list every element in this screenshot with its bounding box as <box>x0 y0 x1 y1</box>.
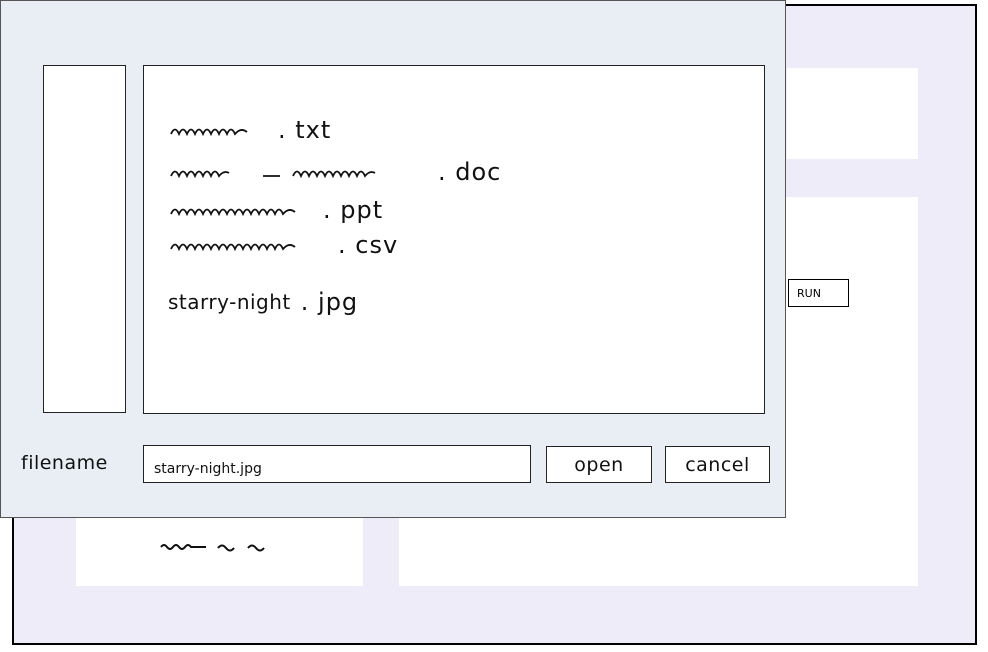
filename-scribble <box>170 128 248 137</box>
places-sidebar[interactable] <box>43 65 126 413</box>
file-name: starry-night <box>168 290 291 314</box>
file-open-dialog: . txt . doc . ppt . csv starry-night . j… <box>0 0 786 518</box>
file-extension: . doc <box>438 158 502 186</box>
open-button[interactable]: open <box>546 446 652 483</box>
filename-scribble <box>170 243 296 252</box>
file-item-doc[interactable]: . doc <box>168 158 501 186</box>
placeholder-text-scribble <box>160 544 265 552</box>
file-item-ppt[interactable]: . ppt <box>168 196 383 224</box>
file-item-csv[interactable]: . csv <box>168 231 398 259</box>
filename-scribble <box>170 208 296 217</box>
file-extension: . csv <box>338 231 399 259</box>
file-item-jpg[interactable]: starry-night . jpg <box>168 288 358 316</box>
run-button[interactable]: RUN <box>788 279 849 307</box>
file-extension: . txt <box>278 116 332 144</box>
file-list[interactable]: . txt . doc . ppt . csv starry-night . j… <box>143 65 765 414</box>
file-item-txt[interactable]: . txt <box>168 116 331 144</box>
file-extension: . ppt <box>323 196 384 224</box>
file-extension: . jpg <box>300 288 359 316</box>
filename-scribble <box>170 170 376 179</box>
cancel-button[interactable]: cancel <box>665 446 770 483</box>
top-right-panel <box>787 68 918 159</box>
filename-label: filename <box>21 452 108 474</box>
filename-input[interactable] <box>143 445 531 483</box>
